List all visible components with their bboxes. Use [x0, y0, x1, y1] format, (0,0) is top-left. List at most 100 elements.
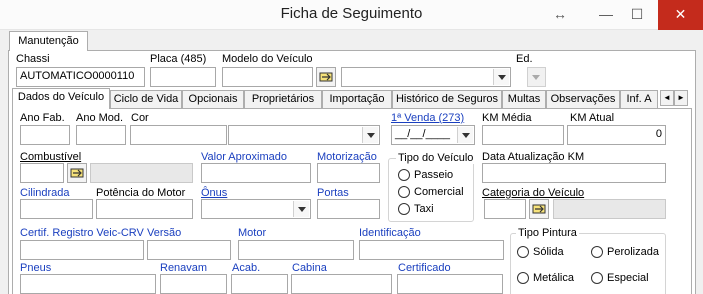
tab-inf-a[interactable]: Inf. A [620, 90, 658, 108]
categoria-code-field[interactable] [484, 199, 526, 219]
categoria-label: Categoria do Veículo [482, 187, 585, 199]
tipo-comercial-radio[interactable]: Comercial [398, 186, 464, 198]
hand-pointer-icon [532, 204, 546, 214]
identificacao-field[interactable] [359, 240, 504, 260]
data-atualizacao-field[interactable] [482, 163, 666, 183]
tab-manutencao[interactable]: Manutenção [9, 31, 88, 51]
tab-historico-seguros[interactable]: Histórico de Seguros [392, 90, 502, 108]
onus-select[interactable] [201, 199, 311, 219]
portas-label: Portas [317, 187, 349, 199]
primeira-venda-label[interactable]: 1ª Venda (273) [391, 112, 464, 124]
radio-circle [591, 246, 603, 258]
data-atualizacao-label: Data Atualização KM [482, 151, 585, 163]
combustivel-label: Combustível [20, 151, 82, 163]
certificado-label: Certificado [398, 262, 451, 274]
resize-icon[interactable]: ↔ [545, 0, 575, 30]
valor-aprox-field[interactable] [201, 163, 311, 183]
tab-opcionais[interactable]: Opcionais [182, 90, 244, 108]
identificacao-label: Identificação [359, 227, 421, 239]
pneus-field[interactable] [20, 274, 156, 294]
placa-field[interactable] [150, 67, 216, 87]
minimize-icon[interactable]: — [591, 0, 621, 30]
radio-circle [398, 186, 410, 198]
radio-circle [398, 203, 410, 215]
tipo-taxi-radio[interactable]: Taxi [398, 203, 434, 215]
modelo-search-button[interactable] [316, 67, 336, 87]
radio-circle [517, 272, 529, 284]
combustivel-code-field[interactable] [20, 163, 64, 183]
pintura-solida-radio[interactable]: Sólida [517, 246, 564, 258]
potencia-field[interactable] [96, 199, 193, 219]
chevron-down-icon [528, 69, 544, 85]
valor-aprox-label: Valor Aproximado [201, 151, 288, 163]
km-atual-field[interactable]: 0 [567, 125, 666, 145]
tab-scroll-left-icon[interactable]: ◄ [660, 90, 674, 106]
cilindrada-field[interactable] [20, 199, 93, 219]
combustivel-search-button[interactable] [67, 163, 87, 183]
pintura-solida-label: Sólida [533, 246, 564, 258]
ano-fab-label: Ano Fab. [20, 112, 65, 124]
motorizacao-field[interactable] [317, 163, 380, 183]
pintura-especial-radio[interactable]: Especial [591, 272, 649, 284]
certif-label: Certif. Registro Veic-CRV [20, 227, 144, 239]
pintura-metalica-radio[interactable]: Metálica [517, 272, 574, 284]
motorizacao-label: Motorização [317, 151, 377, 163]
km-media-field[interactable] [482, 125, 564, 145]
km-media-label: KM Média [482, 112, 532, 124]
ano-fab-field[interactable] [20, 125, 70, 145]
km-atual-label: KM Atual [570, 112, 615, 124]
hand-pointer-icon [70, 168, 84, 178]
tipo-passeio-label: Passeio [414, 169, 454, 181]
tab-scroll-right-icon[interactable]: ► [674, 90, 688, 106]
modelo-label: Modelo do Veículo [222, 53, 313, 65]
categoria-description [553, 199, 666, 219]
tab-proprietarios[interactable]: Proprietários [244, 90, 322, 108]
tipo-taxi-label: Taxi [414, 203, 434, 215]
acab-label: Acab. [232, 262, 261, 274]
pintura-metalica-label: Metálica [533, 272, 574, 284]
versao-label: Versão [147, 227, 182, 239]
tab-observacoes[interactable]: Observações [546, 90, 620, 108]
renavam-field[interactable] [160, 274, 227, 294]
chassi-label: Chassi [16, 53, 50, 65]
acab-field[interactable] [231, 274, 288, 294]
pneus-label: Pneus [20, 262, 52, 274]
cor-label: Cor [131, 112, 149, 124]
categoria-search-button[interactable] [529, 199, 549, 219]
tipo-veiculo-label: Tipo do Veículo [396, 152, 476, 164]
primeira-venda-date[interactable]: __/__/____ [391, 125, 475, 145]
pintura-perolizada-radio[interactable]: Perolizada [591, 246, 659, 258]
ed-select[interactable] [527, 67, 546, 87]
certificado-field[interactable] [397, 274, 503, 294]
modelo-select[interactable] [341, 67, 511, 87]
chevron-down-icon [457, 127, 473, 143]
close-icon[interactable]: ✕ [658, 0, 703, 30]
chevron-down-icon [362, 127, 378, 143]
cilindrada-label: Cilindrada [20, 187, 70, 199]
hand-pointer-icon [319, 72, 333, 82]
tipo-passeio-radio[interactable]: Passeio [398, 169, 453, 181]
portas-field[interactable] [317, 199, 380, 219]
chassi-field[interactable]: AUTOMATICO0000110 [16, 67, 145, 87]
maximize-icon[interactable]: ☐ [622, 0, 652, 30]
cor-select[interactable] [228, 125, 380, 145]
ano-mod-field[interactable] [76, 125, 126, 145]
certif-field[interactable] [20, 240, 144, 260]
versao-field[interactable] [147, 240, 231, 260]
modelo-code-field[interactable] [222, 67, 313, 87]
tab-ciclo-vida[interactable]: Ciclo de Vida [110, 90, 182, 108]
pintura-especial-label: Especial [607, 272, 649, 284]
radio-circle [591, 272, 603, 284]
tab-multas[interactable]: Multas [502, 90, 546, 108]
potencia-label: Potência do Motor [96, 187, 186, 199]
cor-code-field[interactable] [130, 125, 227, 145]
cabina-field[interactable] [291, 274, 392, 294]
tipo-pintura-label: Tipo Pintura [516, 227, 579, 239]
tipo-comercial-label: Comercial [414, 186, 464, 198]
motor-field[interactable] [238, 240, 354, 260]
tab-dados-veiculo[interactable]: Dados do Veículo [12, 88, 110, 109]
chevron-down-icon [293, 201, 309, 217]
renavam-label: Renavam [160, 262, 208, 274]
ed-label: Ed. [516, 53, 533, 65]
tab-importacao[interactable]: Importação [322, 90, 392, 108]
